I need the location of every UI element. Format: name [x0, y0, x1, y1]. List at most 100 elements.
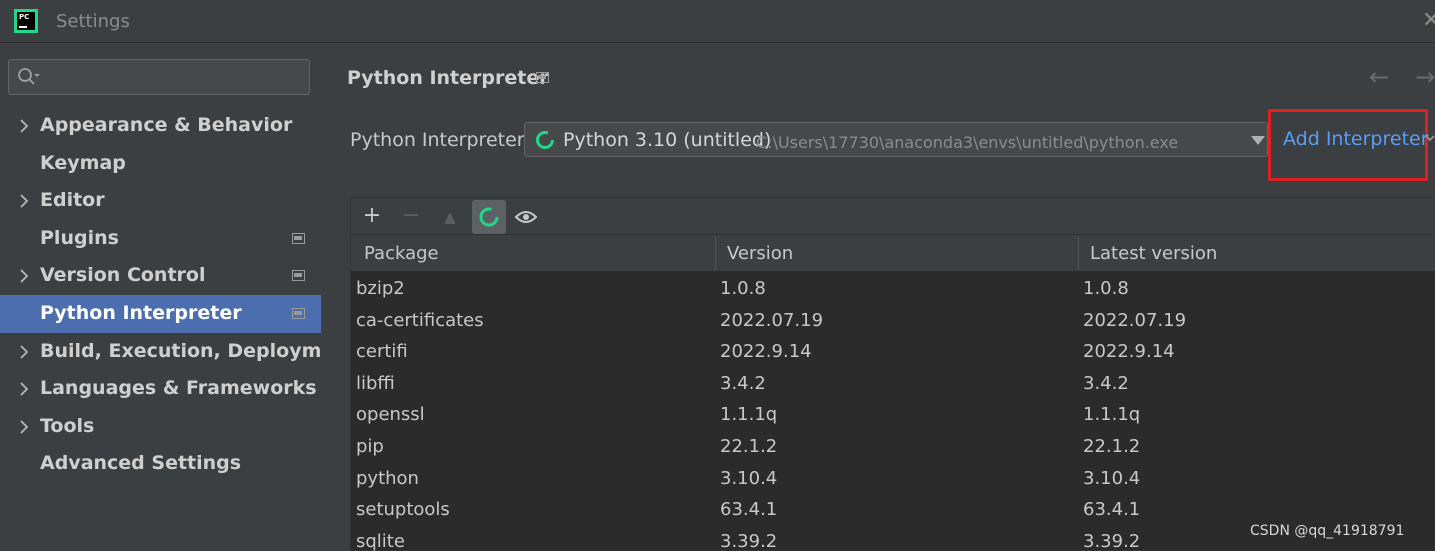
package-name: ca-certificates: [356, 310, 484, 331]
remove-package-button[interactable]: −: [396, 202, 426, 232]
sidebar-item-editor[interactable]: Editor: [0, 182, 321, 220]
package-name: libffi: [356, 373, 395, 394]
dropdown-arrow-icon[interactable]: [1251, 136, 1265, 145]
window-title: Settings: [56, 11, 130, 32]
chevron-right-icon[interactable]: [16, 342, 32, 362]
title-bar: PC Settings ✕: [0, 0, 1435, 43]
package-version: 3.39.2: [720, 531, 778, 551]
sidebar-item-label: Advanced Settings: [40, 452, 242, 474]
reload-button[interactable]: [472, 200, 506, 234]
project-scope-icon: [292, 270, 305, 281]
package-latest-version: 1.0.8: [1083, 278, 1129, 299]
package-latest-version: 22.1.2: [1083, 436, 1141, 457]
interpreter-label: Python Interpreter:: [350, 129, 531, 151]
chevron-right-icon[interactable]: [16, 191, 32, 211]
project-scope-icon: [536, 72, 549, 83]
sidebar-item-label: Python Interpreter: [40, 302, 242, 324]
table-row[interactable]: python 3.10.4 3.10.4: [351, 463, 1435, 494]
package-table-header: Package Version Latest version: [351, 235, 1435, 272]
column-divider[interactable]: [715, 237, 716, 270]
package-name: pip: [356, 436, 384, 457]
package-latest-version: 1.1.1q: [1083, 404, 1141, 425]
chevron-right-icon[interactable]: [16, 417, 32, 437]
package-latest-version: 63.4.1: [1083, 499, 1141, 520]
sidebar-item-label: Build, Execution, Deployment: [40, 340, 357, 362]
settings-main-panel: Python Interpreter ← → Python Interprete…: [321, 43, 1435, 551]
package-version: 3.4.2: [720, 373, 766, 394]
search-icon: [18, 68, 40, 85]
column-divider[interactable]: [1078, 237, 1079, 270]
show-early-releases-button[interactable]: [511, 202, 541, 232]
package-latest-version: 3.4.2: [1083, 373, 1129, 394]
sidebar-item-languages-frameworks[interactable]: Languages & Frameworks: [0, 370, 321, 408]
package-version: 1.1.1q: [720, 404, 778, 425]
table-row[interactable]: certifi 2022.9.14 2022.9.14: [351, 336, 1435, 367]
settings-sidebar: Appearance & Behavior Keymap Editor Plugins…: [0, 43, 357, 551]
package-latest-version: 2022.07.19: [1083, 310, 1187, 331]
sidebar-item-keymap[interactable]: Keymap: [0, 145, 321, 183]
sidebar-item-build-execution-deployment[interactable]: Build, Execution, Deployment: [0, 333, 357, 371]
package-version: 3.10.4: [720, 468, 778, 489]
column-header-package[interactable]: Package: [364, 243, 439, 264]
page-title: Python Interpreter: [347, 67, 549, 89]
sidebar-item-label: Plugins: [40, 227, 119, 249]
table-row[interactable]: setuptools 63.4.1 63.4.1: [351, 494, 1435, 525]
sidebar-item-python-interpreter[interactable]: Python Interpreter: [0, 295, 321, 333]
back-arrow-icon[interactable]: ←: [1369, 63, 1389, 91]
forward-arrow-icon[interactable]: →: [1415, 63, 1435, 91]
upgrade-package-button[interactable]: ▲: [435, 202, 465, 232]
package-version: 63.4.1: [720, 499, 778, 520]
sidebar-item-version-control[interactable]: Version Control: [0, 257, 321, 295]
chevron-right-icon[interactable]: [16, 379, 32, 399]
table-row[interactable]: pip 22.1.2 22.1.2: [351, 431, 1435, 462]
sidebar-item-label: Tools: [40, 415, 95, 437]
sidebar-item-tools[interactable]: Tools: [0, 408, 321, 446]
chevron-down-icon[interactable]: [1425, 131, 1435, 145]
loading-spinner-icon: [479, 207, 499, 227]
sidebar-item-label: Keymap: [40, 152, 126, 174]
sidebar-item-label: Appearance & Behavior: [40, 114, 293, 136]
package-panel: + − ▲ Package Version Latest version bzi…: [350, 197, 1435, 551]
sidebar-item-label: Editor: [40, 189, 105, 211]
settings-search-input[interactable]: [8, 59, 310, 95]
package-name: certifi: [356, 341, 408, 362]
sidebar-item-label: Languages & Frameworks: [40, 377, 317, 399]
package-name: setuptools: [356, 499, 450, 520]
watermark: CSDN @qq_41918791: [1250, 523, 1405, 539]
sidebar-item-plugins[interactable]: Plugins: [0, 220, 321, 258]
project-scope-icon: [292, 308, 305, 319]
column-header-latest-version[interactable]: Latest version: [1090, 243, 1217, 264]
column-header-version[interactable]: Version: [727, 243, 793, 264]
chevron-right-icon[interactable]: [16, 116, 32, 136]
table-row[interactable]: libffi 3.4.2 3.4.2: [351, 368, 1435, 399]
add-package-button[interactable]: +: [357, 202, 387, 232]
upgrade-icon: ▲: [444, 208, 456, 226]
chevron-right-icon[interactable]: [16, 266, 32, 286]
package-name: bzip2: [356, 278, 405, 299]
pycharm-logo-icon: PC: [14, 9, 38, 33]
sidebar-item-advanced-settings[interactable]: Advanced Settings: [0, 445, 321, 483]
package-latest-version: 2022.9.14: [1083, 341, 1175, 362]
package-toolbar: + − ▲: [351, 198, 1435, 235]
package-version: 1.0.8: [720, 278, 766, 299]
package-latest-version: 3.10.4: [1083, 468, 1141, 489]
package-name: sqlite: [356, 531, 405, 551]
project-scope-icon: [292, 233, 305, 244]
package-version: 2022.07.19: [720, 310, 824, 331]
table-row[interactable]: bzip2 1.0.8 1.0.8: [351, 273, 1435, 304]
interpreter-select[interactable]: Python 3.10 (untitled) C:\Users\17730\an…: [524, 122, 1268, 157]
sidebar-item-appearance-behavior[interactable]: Appearance & Behavior: [0, 107, 321, 145]
sidebar-item-label: Version Control: [40, 264, 206, 286]
package-name: python: [356, 468, 419, 489]
eye-icon: [514, 211, 538, 223]
python-env-icon: [536, 131, 554, 149]
interpreter-path: C:\Users\17730\anaconda3\envs\untitled\p…: [756, 133, 1179, 152]
table-row[interactable]: openssl 1.1.1q 1.1.1q: [351, 399, 1435, 430]
package-name: openssl: [356, 404, 425, 425]
package-version: 2022.9.14: [720, 341, 812, 362]
add-interpreter-link[interactable]: Add Interpreter: [1283, 128, 1429, 150]
table-row[interactable]: ca-certificates 2022.07.19 2022.07.19: [351, 305, 1435, 336]
close-icon[interactable]: ✕: [1422, 8, 1435, 34]
interpreter-name: Python 3.10 (untitled): [563, 129, 772, 151]
package-version: 22.1.2: [720, 436, 778, 457]
